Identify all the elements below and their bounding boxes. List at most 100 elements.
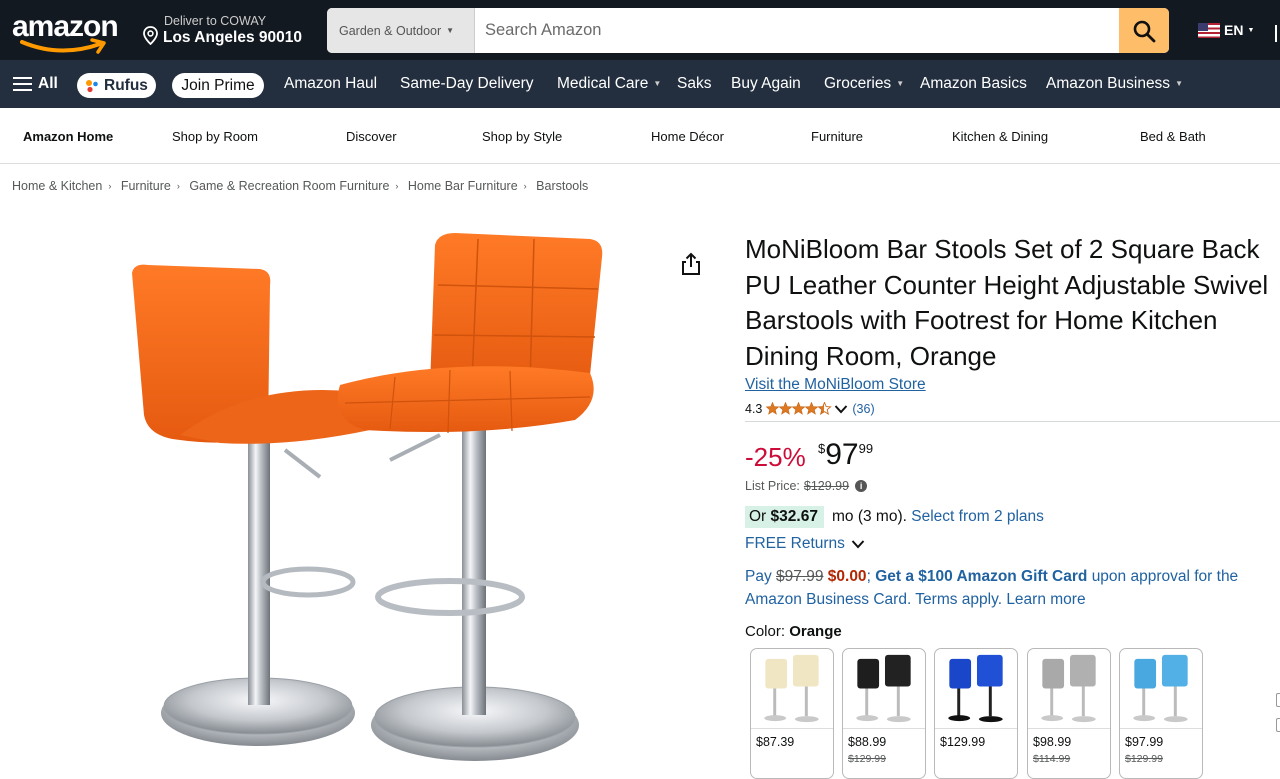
chevron-down-icon: [851, 540, 865, 549]
swatch-black[interactable]: $88.99 $129.99: [842, 648, 926, 779]
price-fraction: 99: [858, 441, 874, 456]
divider: [745, 421, 1280, 422]
search-category-label: Garden & Outdoor: [339, 24, 442, 38]
search-category-dropdown[interactable]: Garden & Outdoor ▼: [327, 8, 475, 53]
breadcrumb-game-room-furniture[interactable]: Game & Recreation Room Furniture: [189, 179, 389, 193]
swatch-gray[interactable]: $98.99 $114.99: [1027, 648, 1111, 779]
store-link[interactable]: Visit the MoNiBloom Store: [745, 376, 926, 394]
buybox-fragment[interactable]: [1276, 693, 1280, 707]
rufus-label: Rufus: [104, 77, 148, 94]
rating-summary[interactable]: 4.3 (36): [745, 400, 875, 417]
product-title: MoNiBloom Bar Stools Set of 2 Square Bac…: [745, 234, 1269, 371]
price-symbol: $: [818, 441, 826, 456]
chevron-right-icon: ›: [395, 181, 399, 191]
nav-medical-care-label: Medical Care: [557, 75, 649, 92]
free-returns-label: FREE Returns: [745, 535, 845, 552]
swatch-image: [1028, 654, 1110, 729]
swatch-blue[interactable]: $129.99: [934, 648, 1018, 779]
swatch-old-price: $129.99: [848, 753, 886, 765]
breadcrumb-home-bar-furniture[interactable]: Home Bar Furniture: [408, 179, 518, 193]
monthly-details: mo (3 mo). Select from 2 plans: [832, 506, 1044, 528]
search-input[interactable]: [475, 8, 1120, 53]
swatch-price: $129.99: [940, 735, 986, 749]
chevron-down-icon[interactable]: [834, 404, 848, 414]
monthly-or: Or: [749, 508, 767, 525]
info-icon[interactable]: i: [855, 480, 868, 492]
chevron-right-icon: ›: [523, 181, 527, 191]
smile-arrow-icon: [20, 38, 106, 54]
breadcrumb-barstools[interactable]: Barstools: [536, 179, 588, 193]
swatch-price: $98.99: [1033, 735, 1072, 749]
swatch-price: $97.99: [1125, 735, 1164, 749]
store-nav-furniture[interactable]: Furniture: [811, 108, 863, 164]
hamburger-icon: [13, 76, 32, 92]
deliver-to-location[interactable]: Deliver to COWAY Los Angeles 90010: [142, 12, 312, 50]
card-pay-label: Pay: [745, 568, 772, 585]
color-label: Color: Orange: [745, 623, 842, 640]
swatch-old-price: $129.99: [1125, 753, 1163, 765]
store-subnav: Amazon Home Shop by Room Discover Shop b…: [0, 108, 1280, 164]
nav-amazon-haul[interactable]: Amazon Haul: [284, 60, 377, 108]
swatch-cream[interactable]: $87.39: [750, 648, 834, 779]
swatch-price: $87.39: [756, 735, 795, 749]
breadcrumb-furniture[interactable]: Furniture: [121, 179, 171, 193]
color-swatches: $87.39 $88.99 $129.99 $129.99 $98.99 $11…: [750, 648, 1220, 779]
store-nav-amazon-home[interactable]: Amazon Home: [23, 108, 113, 164]
rufus-button[interactable]: Rufus: [77, 73, 156, 98]
us-flag-icon: [1198, 22, 1220, 38]
list-price-row: List Price: $129.99 i: [745, 479, 868, 493]
nav-amazon-business-label: Amazon Business: [1046, 75, 1171, 92]
product-main-image[interactable]: [120, 225, 620, 775]
nav-groceries[interactable]: Groceries ▼: [824, 60, 904, 108]
location-pin-icon: [143, 26, 158, 45]
breadcrumb-home-kitchen[interactable]: Home & Kitchen: [12, 179, 102, 193]
nav-amazon-basics[interactable]: Amazon Basics: [920, 60, 1027, 108]
language-selector[interactable]: EN ▼: [1198, 22, 1254, 38]
share-icon[interactable]: [680, 252, 702, 276]
swatch-image: [751, 654, 833, 729]
nav-amazon-business[interactable]: Amazon Business ▼: [1046, 60, 1183, 108]
buybox-fragment[interactable]: [1276, 718, 1280, 732]
store-nav-shop-by-style[interactable]: Shop by Style: [482, 108, 562, 164]
all-label: All: [38, 75, 58, 92]
store-nav-home-decor[interactable]: Home Décor: [651, 108, 724, 164]
nav-same-day-delivery[interactable]: Same-Day Delivery: [400, 60, 534, 108]
join-prime-button[interactable]: Join Prime: [172, 73, 264, 98]
main-nav: All Rufus Join Prime Amazon Haul Same-Da…: [0, 60, 1280, 108]
rating-value: 4.3: [745, 401, 763, 416]
caret-down-icon: ▼: [446, 26, 455, 35]
language-label: EN: [1224, 22, 1244, 38]
rufus-icon: [86, 80, 98, 93]
card-new-price: $0.00: [827, 568, 867, 585]
all-menu-button[interactable]: All: [13, 60, 58, 108]
monthly-term: mo (3 mo).: [832, 508, 907, 525]
store-nav-bed-bath[interactable]: Bed & Bath: [1140, 108, 1206, 164]
swatch-price: $88.99: [848, 735, 887, 749]
free-returns[interactable]: FREE Returns: [745, 534, 865, 554]
nav-saks[interactable]: Saks: [677, 60, 711, 108]
list-price-value: $129.99: [803, 479, 850, 493]
store-nav-kitchen-dining[interactable]: Kitchen & Dining: [952, 108, 1048, 164]
caret-down-icon: ▼: [1247, 26, 1255, 34]
store-nav-shop-by-room[interactable]: Shop by Room: [172, 108, 258, 164]
nav-buy-again[interactable]: Buy Again: [731, 60, 801, 108]
business-card-offer[interactable]: Pay $97.99 $0.00; Get a $100 Amazon Gift…: [745, 566, 1265, 611]
swatch-old-price: $114.99: [1033, 753, 1071, 765]
nav-medical-care[interactable]: Medical Care ▼: [557, 60, 661, 108]
breadcrumb: Home & Kitchen › Furniture › Game & Recrea…: [12, 179, 588, 193]
caret-down-icon: ▼: [896, 79, 905, 88]
amazon-logo[interactable]: amazon: [12, 8, 124, 54]
rating-count-link[interactable]: (36): [852, 402, 874, 416]
select-plans-link[interactable]: Select from 2 plans: [911, 508, 1044, 525]
current-price: $9799: [818, 438, 873, 472]
search-icon: [1133, 20, 1156, 42]
chevron-right-icon: ›: [176, 181, 180, 191]
store-nav-discover[interactable]: Discover: [346, 108, 397, 164]
swatch-light-blue[interactable]: $97.99 $129.99: [1119, 648, 1203, 779]
search-button[interactable]: [1119, 8, 1169, 53]
account-fragment[interactable]: [1275, 25, 1277, 42]
nav-groceries-label: Groceries: [824, 75, 892, 92]
caret-down-icon: ▼: [653, 79, 662, 88]
swatch-image: [843, 654, 925, 729]
price-whole: 97: [825, 438, 859, 471]
